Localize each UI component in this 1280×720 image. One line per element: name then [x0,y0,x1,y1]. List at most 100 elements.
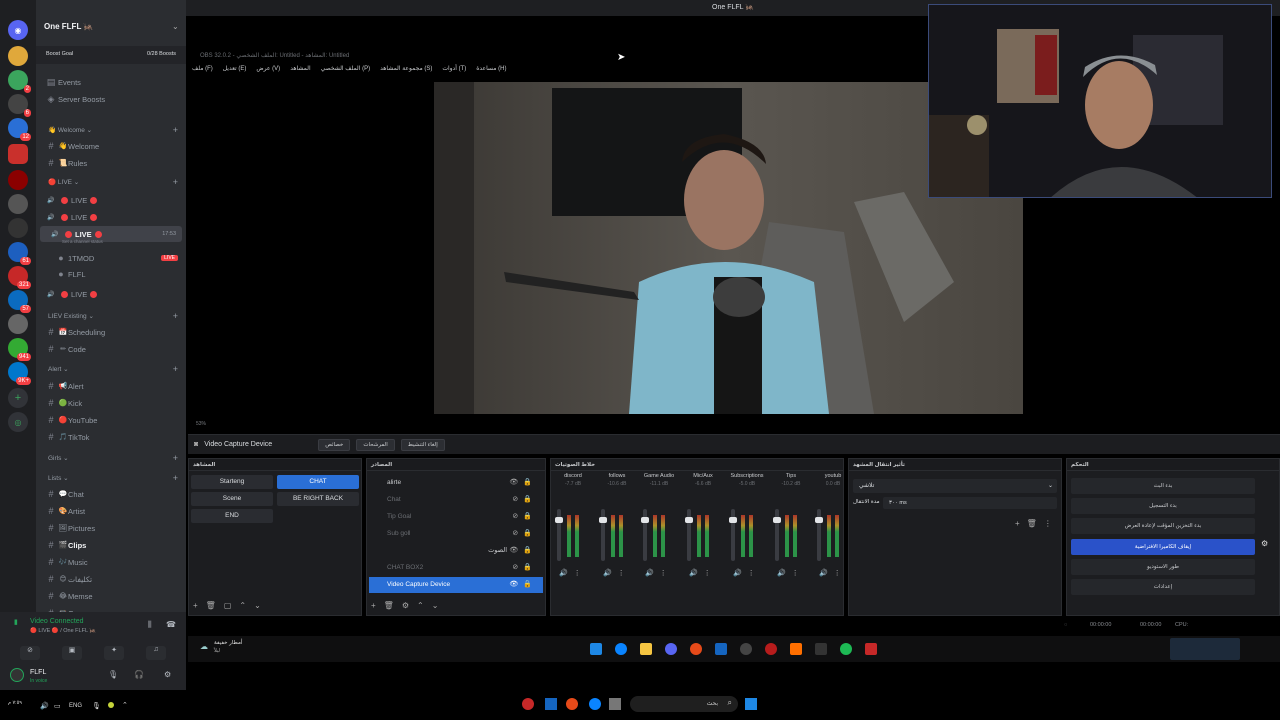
text-channel[interactable]: # 🔴 YouTube [36,412,186,428]
server-icon[interactable]: 57 [8,290,31,313]
app-icon[interactable] [522,698,534,710]
text-channel[interactable]: #🎮Games [36,605,186,612]
volume-fader[interactable] [641,509,649,561]
scene-item[interactable]: Starteng [191,475,273,489]
headphones-icon[interactable]: 🎧 [134,670,144,679]
noise-suppression-icon[interactable]: ⫼ [148,620,152,630]
add-channel-icon[interactable]: + [173,125,178,135]
server-name[interactable]: One FLFL 🦗 [44,22,93,31]
server-icon[interactable]: 61 [8,242,31,265]
microphone-icon[interactable]: 🎙 [108,670,118,679]
server-icon[interactable] [8,194,28,214]
source-item[interactable]: Chat ⊘🔒 [369,492,543,508]
text-channel[interactable]: # 🎬 Clips [36,537,186,553]
start-recording-button[interactable]: بدء التسجيل [1071,498,1255,514]
server-icon-active[interactable] [8,144,28,164]
opera-icon[interactable] [765,643,777,655]
speaker-icon[interactable]: 🔊 [40,702,49,710]
avatar[interactable] [10,668,24,682]
soundboard-button[interactable]: ♫ [146,646,166,660]
browser-icon[interactable] [566,698,578,710]
settings-button[interactable]: إعدادات [1071,579,1255,595]
app-icon[interactable] [815,643,827,655]
voice-location[interactable]: 🔴 LIVE 🔴 / One FLFL 🦗 [30,628,96,634]
menu-item[interactable]: ملف (F) [192,62,213,76]
source-item[interactable]: alirte 👁🔒 [369,475,543,491]
add-channel-icon[interactable]: + [173,177,178,187]
network-icon[interactable]: ▭ [54,702,61,710]
source-item-selected[interactable]: Video Capture Device 👁🔒 [369,577,543,593]
mute-and-menu-icons[interactable]: 🔊⋮ [689,569,717,577]
server-icon[interactable]: 941 [8,338,31,361]
add-channel-icon[interactable]: + [173,453,178,463]
source-toolbar[interactable]: +🗑⚙⌃⌄ [371,601,446,610]
server-icon[interactable]: 2 [8,70,31,93]
channel-category[interactable]: LIEV Existing ⌄ + [36,308,186,324]
menu-item[interactable]: مجموعة المشاهد (S) [380,62,432,76]
text-channel[interactable]: # 😊 تكليفات [36,571,186,587]
mic-icon[interactable]: 🎙 [92,702,101,710]
text-channel[interactable]: # ✏ Code [36,341,186,357]
events-link[interactable]: ▤ Events [36,74,186,90]
text-channel[interactable]: # 😂 Memse [36,588,186,604]
app-icon[interactable] [865,643,877,655]
visibility-lock-icons[interactable]: ⊘🔒 [512,492,537,508]
windows-start-icon[interactable] [745,698,757,710]
volume-fader[interactable] [729,509,737,561]
mute-and-menu-icons[interactable]: 🔊⋮ [645,569,673,577]
add-server-icon[interactable]: + [8,388,28,408]
screen-share-button[interactable]: ▣ [62,646,82,660]
server-icon[interactable]: 12 [8,118,31,141]
spotify-icon[interactable] [840,643,852,655]
voice-channel[interactable]: 🔊 LIVE [36,192,186,208]
start-streaming-button[interactable]: بدء البث [1071,478,1255,494]
windows-start-icon[interactable] [590,643,602,655]
discord-home-icon[interactable]: ◉ [8,20,28,40]
chevron-up-icon[interactable]: ⌃ [122,701,128,709]
text-channel[interactable]: # 🖼 Pictures [36,520,186,536]
filters-button[interactable]: المرشحات [356,438,395,451]
visibility-lock-icons[interactable]: 👁🔒 [509,543,537,559]
add-channel-icon[interactable]: + [173,311,178,321]
server-boosts-link[interactable]: ◈ Server Boosts [36,91,186,107]
server-icon[interactable]: 9K+ [8,362,31,385]
weather-text[interactable]: أمطار خفيفة [214,640,242,646]
obs-icon[interactable] [740,643,752,655]
server-icon[interactable] [8,46,28,66]
steam-icon[interactable] [715,643,727,655]
virtual-camera-settings-icon[interactable]: ⚙ [1261,539,1268,548]
voice-channel[interactable]: 🔊 LIVE [36,209,186,225]
channel-status-hint[interactable]: Set a channel status [62,239,103,244]
boost-goal-bar[interactable]: Boost Goal 0/28 Boosts [36,46,186,64]
file-explorer-icon[interactable] [640,643,652,655]
chevron-down-icon[interactable]: ⌄ [172,22,179,31]
discord-icon[interactable] [665,643,677,655]
voice-channel[interactable]: 🔊 LIVE 17:53 Set a channel status [40,226,182,244]
source-item[interactable]: CHAT BOX2 ⊘🔒 [369,560,543,576]
stop-virtual-camera-button[interactable]: إيقاف الكاميرا الافتراضية [1071,539,1255,555]
voice-member[interactable]: ● FLFL [36,266,186,282]
visibility-lock-icons[interactable]: ⊘🔒 [512,526,537,542]
studio-mode-button[interactable]: طور الاستوديو [1071,559,1255,575]
text-channel[interactable]: # 🎶 Music [36,554,186,570]
volume-fader[interactable] [555,509,563,561]
server-icon[interactable] [8,314,28,334]
tray-icon[interactable] [108,702,114,708]
source-item[interactable]: Tip Goal ⊘🔒 [369,509,543,525]
text-channel[interactable]: # 📜 Rules [36,155,186,171]
volume-fader[interactable] [815,509,823,561]
visibility-lock-icons[interactable]: 👁🔒 [509,577,537,593]
menu-item[interactable]: الملف الشخصي (P) [321,62,370,76]
text-channel[interactable]: # 📅 Scheduling [36,324,186,340]
mute-and-menu-icons[interactable]: 🔊⋮ [777,569,805,577]
source-item[interactable]: Sub goll ⊘🔒 [369,526,543,542]
zoom-level[interactable]: 53% [196,421,206,427]
channel-category[interactable]: Lists ⌄ + [36,470,186,486]
activities-button[interactable]: ✦ [104,646,124,660]
scene-toolbar[interactable]: +🗑▢⌃⌄ [193,601,269,610]
menu-item[interactable]: تعديل (E) [223,62,247,76]
server-icon[interactable]: 321 [8,266,31,289]
voice-connected-status[interactable]: Video Connected [30,618,84,625]
channel-category[interactable]: 👋 Welcome ⌄ + [36,122,186,138]
visibility-lock-icons[interactable]: ⊘🔒 [512,509,537,525]
